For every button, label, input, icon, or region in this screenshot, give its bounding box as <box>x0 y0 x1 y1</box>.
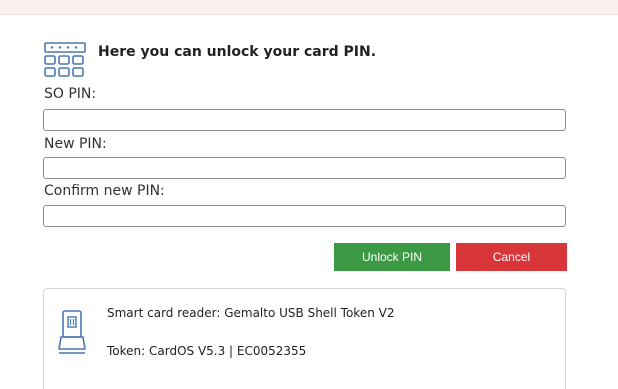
so-pin-label: SO PIN: <box>44 86 97 102</box>
unlock-pin-button[interactable]: Unlock PIN <box>334 243 450 271</box>
token-info-panel: Smart card reader: Gemalto USB Shell Tok… <box>43 288 566 389</box>
cancel-button[interactable]: Cancel <box>456 243 567 271</box>
reader-name-text: Smart card reader: Gemalto USB Shell Tok… <box>107 306 395 320</box>
new-pin-label: New PIN: <box>44 136 107 152</box>
confirm-pin-input[interactable] <box>43 205 566 227</box>
unlock-pin-dialog: Here you can unlock your card PIN. SO PI… <box>0 0 618 389</box>
new-pin-input[interactable] <box>43 157 566 179</box>
so-pin-input[interactable] <box>43 109 566 131</box>
confirm-pin-label: Confirm new PIN: <box>44 183 165 199</box>
top-bar <box>0 0 618 15</box>
dialog-header: Here you can unlock your card PIN. <box>44 42 376 80</box>
card-reader-icon <box>58 310 86 354</box>
dialog-title: Here you can unlock your card PIN. <box>98 44 377 60</box>
token-info-text: Token: CardOS V5.3 | EC0052355 <box>107 344 307 358</box>
keypad-icon <box>44 42 86 77</box>
